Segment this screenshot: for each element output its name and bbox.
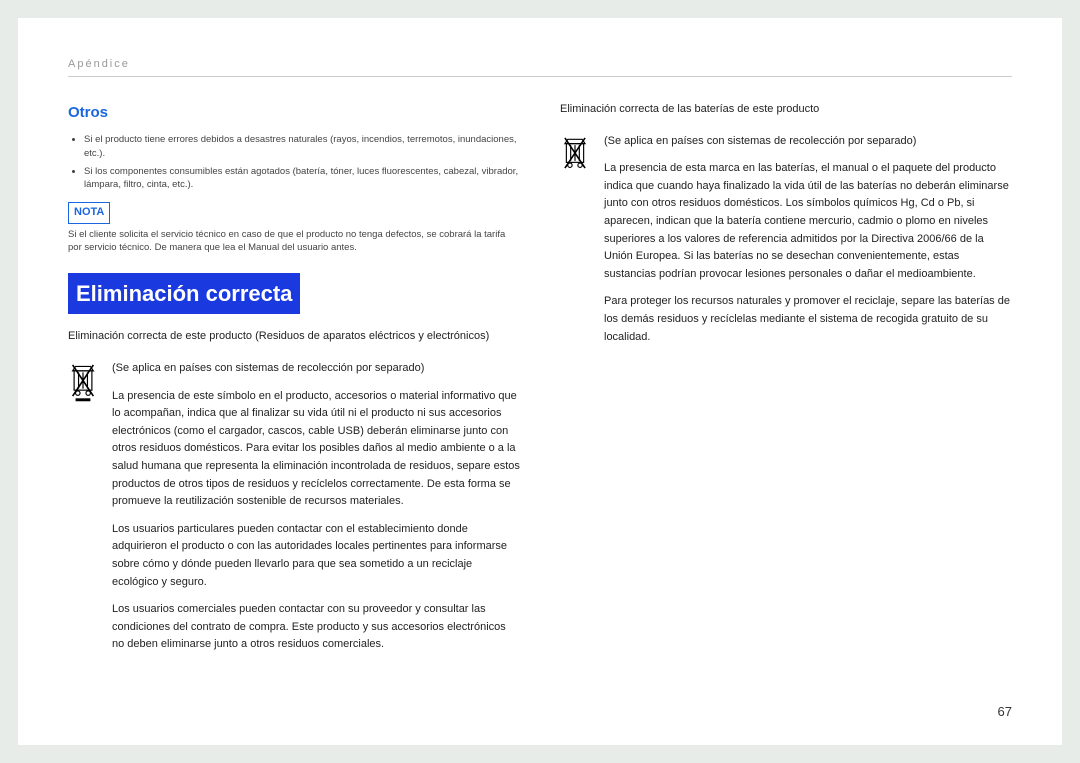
bullet-item: Si los componentes consumibles están ago… — [84, 165, 520, 193]
left-column: Otros Si el producto tiene errores debid… — [68, 101, 520, 664]
nota-badge: NOTA — [68, 202, 110, 224]
otros-heading: Otros — [68, 101, 520, 125]
body-text: (Se aplica en países con sistemas de rec… — [112, 360, 520, 378]
icon-paragraph-row: (Se aplica en países con sistemas de rec… — [560, 133, 1012, 357]
section-header: Apéndice — [68, 58, 1012, 77]
bullet-item: Si el producto tiene errores debidos a d… — [84, 133, 520, 161]
battery-bin-icon — [560, 135, 590, 178]
two-column-layout: Otros Si el producto tiene errores debid… — [68, 101, 1012, 664]
page-number: 67 — [998, 704, 1012, 719]
icon-text-block: (Se aplica en países con sistemas de rec… — [604, 133, 1012, 357]
bullet-list: Si el producto tiene errores debidos a d… — [68, 133, 520, 192]
body-text: Los usuarios comerciales pueden contacta… — [112, 601, 520, 654]
right-column: Eliminación correcta de las baterías de … — [560, 101, 1012, 664]
subheading: Eliminación correcta de las baterías de … — [560, 101, 1012, 119]
body-text: La presencia de este símbolo en el produ… — [112, 388, 520, 511]
body-text: La presencia de esta marca en las baterí… — [604, 160, 1012, 283]
body-text: (Se aplica en países con sistemas de rec… — [604, 133, 1012, 151]
icon-text-block: (Se aplica en países con sistemas de rec… — [112, 360, 520, 664]
main-heading-highlighted: Eliminación correcta — [68, 273, 300, 314]
subheading: Eliminación correcta de este producto (R… — [68, 328, 520, 346]
document-page: Apéndice Otros Si el producto tiene erro… — [18, 18, 1062, 745]
icon-paragraph-row: (Se aplica en países con sistemas de rec… — [68, 360, 520, 664]
weee-bin-icon — [68, 362, 98, 409]
nota-text: Si el cliente solicita el servicio técni… — [68, 228, 520, 256]
body-text: Para proteger los recursos naturales y p… — [604, 293, 1012, 346]
body-text: Los usuarios particulares pueden contact… — [112, 521, 520, 591]
